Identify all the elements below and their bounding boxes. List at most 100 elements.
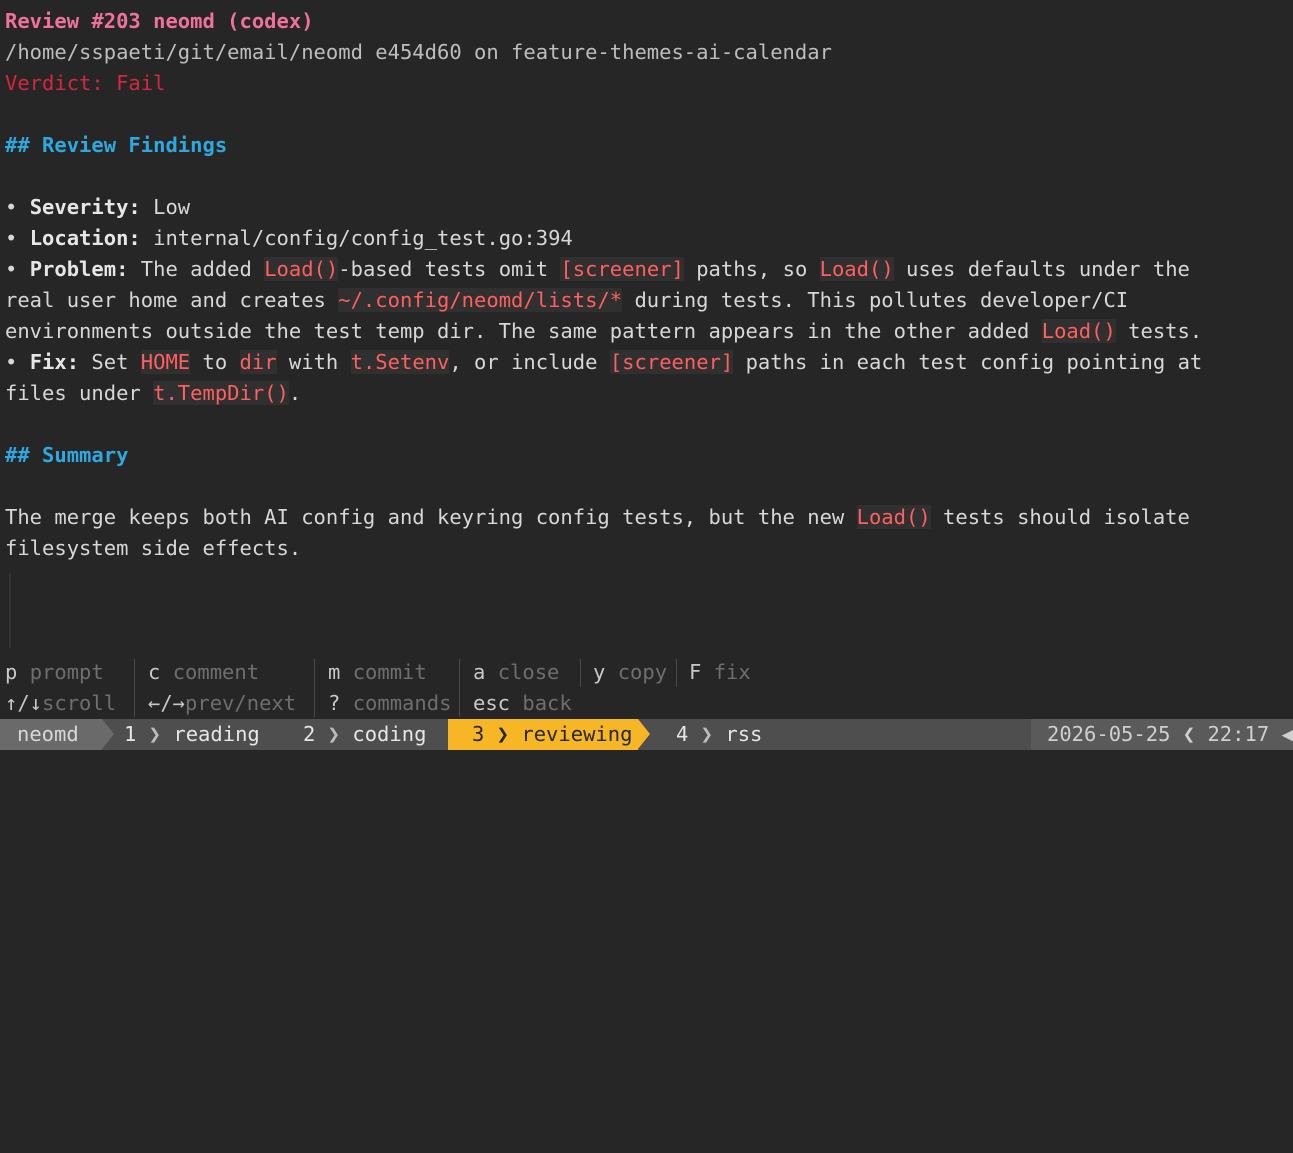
inline-code: Load() xyxy=(1041,319,1116,343)
repo-path-line: /home/sspaeti/git/email/neomd e454d60 on… xyxy=(5,40,832,64)
window-name: reading xyxy=(173,722,260,746)
help-desc: scroll xyxy=(42,691,117,715)
tmux-session-name[interactable]: neomd xyxy=(0,719,102,750)
tmux-window-2[interactable]: 2 ❯ coding xyxy=(303,719,426,750)
help-divider xyxy=(676,659,677,687)
help-item-scroll[interactable]: ↑/↓scroll xyxy=(5,688,116,719)
summary-part: The merge keeps both AI config and keyri… xyxy=(5,505,857,529)
problem-continued: environments outside the test temp dir. … xyxy=(5,316,1288,347)
help-item-prev-next[interactable]: ←/→prev/next xyxy=(148,688,296,719)
powerline-separator-icon xyxy=(102,719,114,749)
fix-text: Set xyxy=(91,350,141,374)
chevron-right-icon: ❯ xyxy=(136,722,174,746)
inline-code: [screener] xyxy=(609,350,734,374)
help-desc: commit xyxy=(352,660,427,684)
window-index: 4 xyxy=(676,722,689,746)
help-key: y xyxy=(593,660,606,684)
inline-code: HOME xyxy=(140,350,191,374)
tmux-status-right: 2026-05-25 ❮ 22:17 ◀ xyxy=(1031,719,1293,750)
keybinding-help: p prompt ↑/↓scroll c comment ←/→prev/nex… xyxy=(5,657,1285,719)
problem-text: environments outside the test temp dir. … xyxy=(5,319,1042,343)
inline-code: dir xyxy=(239,350,277,374)
help-item-prompt[interactable]: p prompt xyxy=(5,657,116,688)
scroll-gutter xyxy=(9,573,11,648)
help-key: m xyxy=(328,660,341,684)
help-item-comment[interactable]: c comment xyxy=(148,657,296,688)
tmux-window-3-active[interactable]: 3 ❯ reviewing xyxy=(448,719,638,750)
findings-heading: ## Review Findings xyxy=(5,133,228,157)
location-label: Location: xyxy=(29,226,141,250)
help-column: p prompt ↑/↓scroll xyxy=(5,657,116,719)
bullet-icon: • xyxy=(5,226,30,250)
bottom-strip xyxy=(0,750,1293,756)
problem-text: uses defaults under the xyxy=(893,257,1190,281)
help-item-copy[interactable]: y copy xyxy=(593,657,667,688)
problem-text: tests. xyxy=(1115,319,1203,343)
summary-continued: filesystem side effects. xyxy=(5,536,302,560)
inline-code: Load() xyxy=(856,505,931,529)
problem-item: • Problem: The added Load()-based tests … xyxy=(5,254,1288,285)
help-item-back[interactable]: esc back xyxy=(473,688,572,719)
help-key: ←/→ xyxy=(148,691,186,715)
window-name: reviewing xyxy=(521,722,633,746)
help-item-commands[interactable]: ? commands xyxy=(328,688,451,719)
fix-continued: files under t.TempDir(). xyxy=(5,378,1288,409)
help-divider xyxy=(459,659,460,717)
help-key: a xyxy=(473,660,486,684)
fix-item: • Fix: Set HOME to dir with t.Setenv, or… xyxy=(5,347,1288,378)
help-desc: back xyxy=(522,691,572,715)
status-time: 22:17 xyxy=(1207,722,1270,746)
help-column: c comment ←/→prev/next xyxy=(148,657,296,719)
chevron-right-icon: ❯ xyxy=(315,722,353,746)
help-column: y copy xyxy=(593,657,667,719)
inline-code: t.Setenv xyxy=(350,350,450,374)
help-key: F xyxy=(689,660,702,684)
location-value: internal/config/config_test.go:394 xyxy=(153,226,573,250)
powerline-left-cap-icon: ◀ xyxy=(1269,722,1293,746)
help-desc: commands xyxy=(352,691,452,715)
tmux-window-4[interactable]: 4 ❯ rss xyxy=(676,719,762,750)
help-desc: prev/next xyxy=(185,691,297,715)
help-column: m commit ? commands xyxy=(328,657,451,719)
severity-label: Severity: xyxy=(29,195,141,219)
help-item-close[interactable]: a close xyxy=(473,657,572,688)
bullet-icon: • xyxy=(5,195,30,219)
help-key: ? xyxy=(328,691,341,715)
help-item-commit[interactable]: m commit xyxy=(328,657,451,688)
review-pane: Review #203 neomd (codex) /home/sspaeti/… xyxy=(5,6,1288,564)
status-date: 2026-05-25 xyxy=(1047,722,1171,746)
help-desc: fix xyxy=(713,660,751,684)
location-item: • Location: internal/config/config_test.… xyxy=(5,223,1288,254)
fix-text: paths in each test config pointing at xyxy=(733,350,1203,374)
problem-text: real user home and creates xyxy=(5,288,339,312)
inline-code: Load() xyxy=(819,257,894,281)
bullet-icon: • xyxy=(5,257,30,281)
help-desc: copy xyxy=(617,660,668,684)
window-index: 1 xyxy=(124,722,137,746)
problem-text: The added xyxy=(140,257,265,281)
fix-text: . xyxy=(288,381,302,405)
help-key: c xyxy=(148,660,161,684)
help-column: a close esc back xyxy=(473,657,572,719)
window-index: 3 xyxy=(472,722,485,746)
verdict-line: Verdict: Fail xyxy=(5,71,166,95)
problem-text: -based tests omit xyxy=(338,257,561,281)
chevron-left-icon: ❮ xyxy=(1170,722,1208,746)
fix-text: with xyxy=(276,350,351,374)
tmux-window-1[interactable]: 1 ❯ reading xyxy=(124,719,260,750)
powerline-separator-icon xyxy=(638,719,650,749)
problem-continued: real user home and creates ~/.config/neo… xyxy=(5,285,1288,316)
chevron-right-icon: ❯ xyxy=(484,722,522,746)
severity-value: Low xyxy=(153,195,191,219)
help-divider xyxy=(134,659,135,717)
window-name: rss xyxy=(725,722,763,746)
inline-code: Load() xyxy=(264,257,339,281)
fix-text: to xyxy=(190,350,240,374)
help-item-fix[interactable]: F fix xyxy=(689,657,751,688)
help-desc: close xyxy=(497,660,560,684)
summary-part: tests should isolate xyxy=(930,505,1190,529)
